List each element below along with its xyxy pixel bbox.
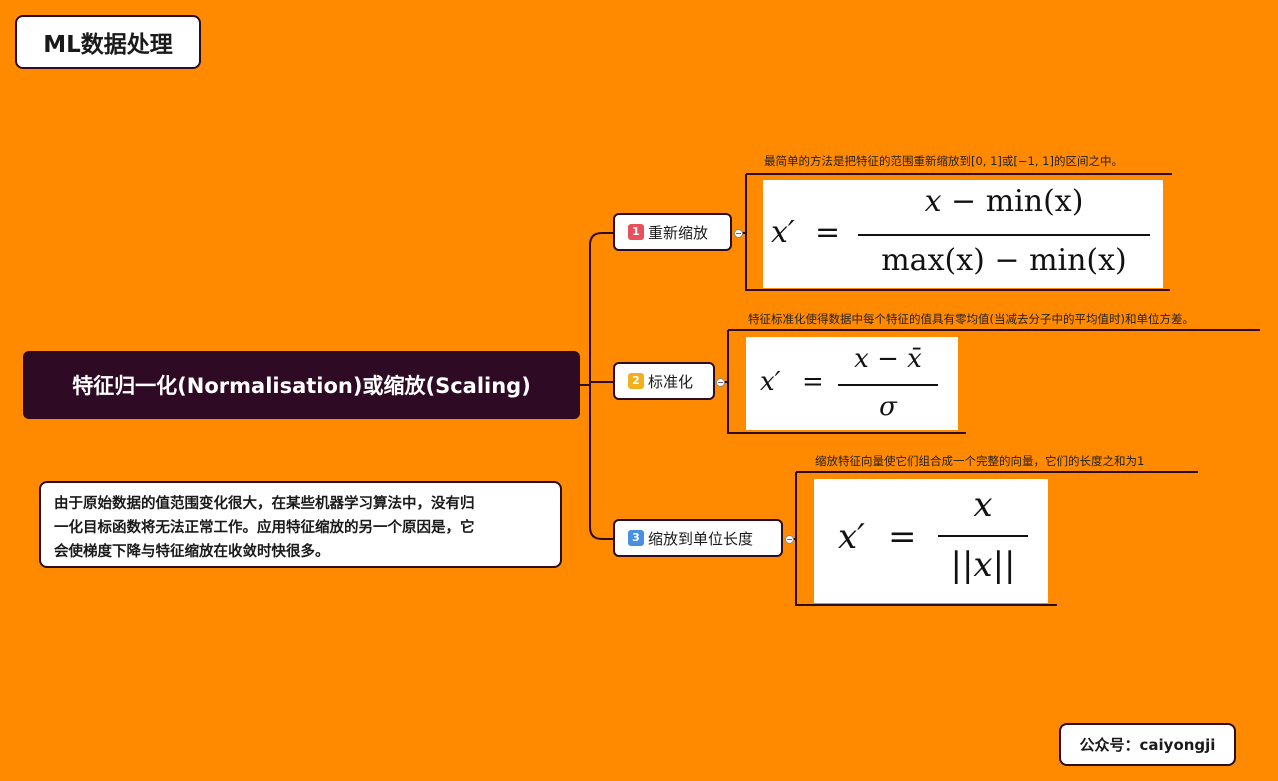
branch-rescaling[interactable]: 1 重新缩放 bbox=[613, 213, 732, 251]
collapse-toggle-icon[interactable] bbox=[785, 535, 794, 544]
formula-denominator: ||x|| bbox=[950, 545, 1016, 585]
formula-numerator: x bbox=[973, 485, 993, 525]
formula-denominator: σ bbox=[879, 392, 897, 422]
priority-2-badge: 2 bbox=[628, 373, 644, 389]
formula-equals: = bbox=[802, 367, 824, 397]
branch-unit-length[interactable]: 3 缩放到单位长度 bbox=[613, 519, 783, 557]
fraction-bar bbox=[838, 384, 938, 386]
page-title: ML数据处理 bbox=[15, 15, 201, 69]
priority-1-badge: 1 bbox=[628, 224, 644, 240]
formula-lhs: x′ bbox=[760, 367, 781, 397]
formula-equals: = bbox=[888, 517, 917, 557]
priority-3-badge: 3 bbox=[628, 530, 644, 546]
rescaling-description: 最简单的方法是把特征的范围重新缩放到[0, 1]或[−1, 1]的区间之中。 bbox=[764, 154, 1123, 168]
branch-label: 缩放到单位长度 bbox=[648, 529, 754, 548]
branch-label: 标准化 bbox=[648, 372, 694, 391]
fraction-bar bbox=[858, 234, 1150, 236]
collapse-toggle-icon[interactable] bbox=[716, 378, 725, 387]
standardization-description: 特征标准化使得数据中每个特征的值具有零均值(当减去分子中的平均值时)和单位方差。 bbox=[748, 312, 1194, 326]
branch-label: 重新缩放 bbox=[648, 223, 709, 242]
formula-numerator: x − min(x) bbox=[924, 184, 1084, 219]
footer-account: 公众号：caiyongji bbox=[1059, 723, 1236, 766]
formula-denominator: max(x) − min(x) bbox=[881, 243, 1127, 278]
note-line: 会使梯度下降与特征缩放在收敛时快很多。 bbox=[54, 544, 330, 560]
central-topic[interactable]: 特征归一化(Normalisation)或缩放(Scaling) bbox=[23, 351, 580, 419]
branch-standardization[interactable]: 2 标准化 bbox=[613, 362, 715, 400]
standardization-formula: x′ = x − x̄ σ bbox=[746, 337, 958, 430]
note-line: 由于原始数据的值范围变化很大，在某些机器学习算法中，没有归 bbox=[54, 496, 475, 512]
unit-length-formula: x′ = x ||x|| bbox=[814, 479, 1048, 603]
formula-lhs: x′ bbox=[771, 215, 795, 250]
formula-lhs: x′ bbox=[838, 517, 865, 557]
fraction-bar bbox=[938, 535, 1028, 537]
formula-equals: = bbox=[815, 215, 841, 250]
unit-length-description: 缩放特征向量使它们组合成一个完整的向量，它们的长度之和为1 bbox=[815, 454, 1145, 468]
rescaling-formula: x′ = x − min(x) max(x) − min(x) bbox=[763, 180, 1163, 288]
note-box[interactable]: 由于原始数据的值范围变化很大，在某些机器学习算法中，没有归 一化目标函数将无法正… bbox=[39, 481, 562, 568]
note-line: 一化目标函数将无法正常工作。应用特征缩放的另一个原因是，它 bbox=[54, 520, 475, 536]
collapse-toggle-icon[interactable] bbox=[734, 229, 743, 238]
formula-numerator: x − x̄ bbox=[854, 344, 922, 374]
